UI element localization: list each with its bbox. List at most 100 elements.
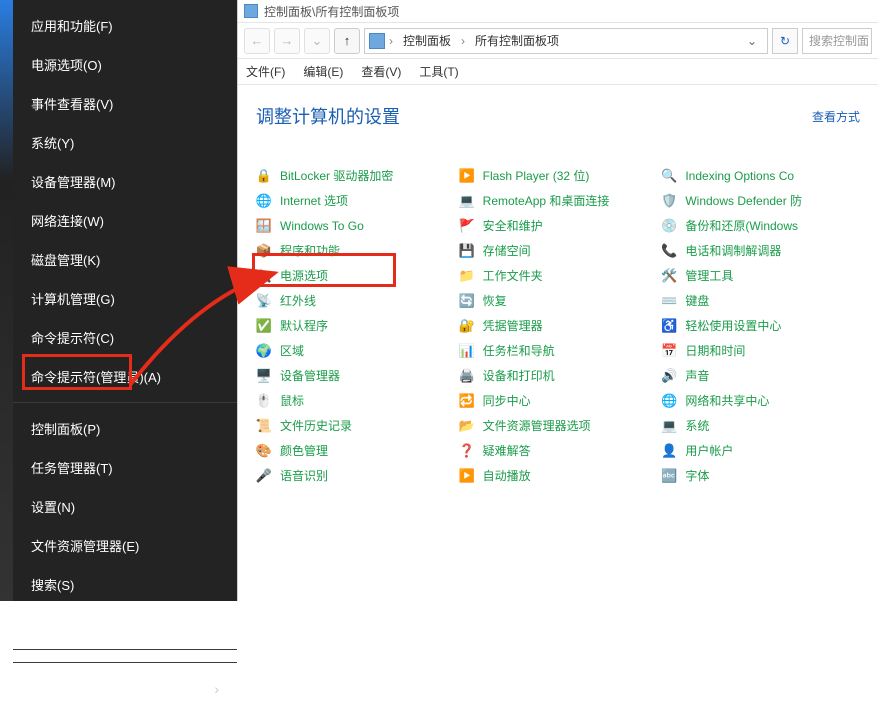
cp-item-device-manager[interactable]: 🖥️设备管理器 xyxy=(254,363,457,388)
cp-item-system[interactable]: 💻系统 xyxy=(659,413,862,438)
cp-item-explorer-options[interactable]: 📂文件资源管理器选项 xyxy=(457,413,660,438)
cp-item-phone-modem[interactable]: 📞电话和调制解调器 xyxy=(659,238,862,263)
cp-item-label: 键盘 xyxy=(685,292,709,309)
menu-item[interactable]: 设置(N) xyxy=(13,487,237,526)
cp-item-backup-restore[interactable]: 💿备份和还原(Windows xyxy=(659,213,862,238)
menu-separator xyxy=(13,649,237,650)
cp-item-devices-printers[interactable]: 🖨️设备和打印机 xyxy=(457,363,660,388)
cp-item-recovery[interactable]: 🔄恢复 xyxy=(457,288,660,313)
cp-item-credential-mgr[interactable]: 🔐凭据管理器 xyxy=(457,313,660,338)
up-button[interactable]: ↑ xyxy=(334,28,360,54)
cp-item-sync-center[interactable]: 🔁同步中心 xyxy=(457,388,660,413)
indexing-icon: 🔍 xyxy=(661,168,677,184)
menu-item[interactable]: 磁盘管理(K) xyxy=(13,240,237,279)
cp-item-label: 自动播放 xyxy=(483,467,531,484)
menu-item[interactable]: 系统(Y) xyxy=(13,123,237,162)
cp-item-internet-options[interactable]: 🌐 Internet 选项 xyxy=(254,188,457,213)
search-input[interactable]: 搜索控制面 xyxy=(802,28,872,54)
chevron-right-icon: › xyxy=(214,681,219,697)
cp-item-speech[interactable]: 🎤语音识别 xyxy=(254,463,457,488)
menu-item[interactable]: 搜索(S) xyxy=(13,565,237,604)
keyboard-icon: ⌨️ xyxy=(661,293,677,309)
breadcrumb-part[interactable]: 所有控制面板项 xyxy=(469,32,565,49)
cp-item-windows-to-go[interactable]: 🪟Windows To Go xyxy=(254,213,457,238)
breadcrumb-chevron-icon: › xyxy=(461,34,465,48)
history-dropdown[interactable]: ⌄ xyxy=(304,28,330,54)
cp-item-default-programs[interactable]: ✅默认程序 xyxy=(254,313,457,338)
cp-item-label: 存储空间 xyxy=(483,242,531,259)
menu-item[interactable]: 控制面板(P) xyxy=(13,409,237,448)
menu-item-shutdown[interactable]: 关机或注销(U) › xyxy=(13,669,237,708)
menu-edit[interactable]: 编辑(E) xyxy=(303,63,343,80)
menu-view[interactable]: 查看(V) xyxy=(361,63,401,80)
cp-item-storage-spaces[interactable]: 💾存储空间 xyxy=(457,238,660,263)
cp-item-label: Internet 选项 xyxy=(280,192,348,209)
cp-item-label: 用户帐户 xyxy=(685,442,733,459)
cp-item-autoplay[interactable]: ▶️自动播放 xyxy=(457,463,660,488)
cp-item-power-options[interactable]: 🔌电源选项 xyxy=(254,263,457,288)
cp-item-admin-tools[interactable]: 🛠️管理工具 xyxy=(659,263,862,288)
security-maint-icon: 🚩 xyxy=(459,218,475,234)
page-heading: 调整计算机的设置 xyxy=(256,103,400,129)
menu-item[interactable]: 事件查看器(V) xyxy=(13,84,237,123)
cp-item-label: 电话和调制解调器 xyxy=(685,242,781,259)
menu-tools[interactable]: 工具(T) xyxy=(419,63,458,80)
cp-item-ease-of-access[interactable]: ♿轻松使用设置中心 xyxy=(659,313,862,338)
cp-item-remoteapp[interactable]: 💻RemoteApp 和桌面连接 xyxy=(457,188,660,213)
breadcrumb-part[interactable]: 控制面板 xyxy=(397,32,457,49)
menu-item[interactable]: 电源选项(O) xyxy=(13,45,237,84)
recovery-icon: 🔄 xyxy=(459,293,475,309)
content-header: 调整计算机的设置 查看方式 xyxy=(254,103,862,129)
cp-item-keyboard[interactable]: ⌨️ 键盘 xyxy=(659,288,862,313)
menu-item[interactable]: 命令提示符(C) xyxy=(13,318,237,357)
menu-item[interactable]: 设备管理器(M) xyxy=(13,162,237,201)
menu-item[interactable]: 命令提示符(管理员)(A) xyxy=(13,357,237,396)
view-by-label[interactable]: 查看方式 xyxy=(812,108,860,125)
cp-item-label: 管理工具 xyxy=(685,267,733,284)
back-button[interactable]: ← xyxy=(244,28,270,54)
address-bar[interactable]: › 控制面板 › 所有控制面板项 ⌄ xyxy=(364,28,768,54)
menu-item[interactable]: 应用和功能(F) xyxy=(13,6,237,45)
address-dropdown-icon[interactable]: ⌄ xyxy=(741,34,763,48)
cp-item-work-folders[interactable]: 📁工作文件夹 xyxy=(457,263,660,288)
menu-item[interactable]: 任务管理器(T) xyxy=(13,448,237,487)
cp-item-programs-features[interactable]: 📦程序和功能 xyxy=(254,238,457,263)
cp-item-defender[interactable]: 🛡️Windows Defender 防 xyxy=(659,188,862,213)
cp-item-mouse[interactable]: 🖱️鼠标 xyxy=(254,388,457,413)
cp-item-sound[interactable]: 🔊声音 xyxy=(659,363,862,388)
cp-item-network-sharing[interactable]: 🌐网络和共享中心 xyxy=(659,388,862,413)
menu-item[interactable]: 运行(R) xyxy=(13,604,237,643)
cp-item-label: 电源选项 xyxy=(280,267,328,284)
cp-item-taskbar-nav[interactable]: 📊任务栏和导航 xyxy=(457,338,660,363)
control-panel-window: 控制面板\所有控制面板项 ← → ⌄ ↑ › 控制面板 › 所有控制面板项 ⌄ … xyxy=(237,0,878,601)
cp-item-troubleshoot[interactable]: ❓疑难解答 xyxy=(457,438,660,463)
cp-item-fonts[interactable]: 🔤字体 xyxy=(659,463,862,488)
forward-button[interactable]: → xyxy=(274,28,300,54)
cp-item-date-time[interactable]: 📅日期和时间 xyxy=(659,338,862,363)
cp-item-label: Windows Defender 防 xyxy=(685,192,802,209)
backup-restore-icon: 💿 xyxy=(661,218,677,234)
fonts-icon: 🔤 xyxy=(661,468,677,484)
menu-item[interactable]: 文件资源管理器(E) xyxy=(13,526,237,565)
cp-item-security-maint[interactable]: 🚩安全和维护 xyxy=(457,213,660,238)
cp-item-file-history[interactable]: 📜文件历史记录 xyxy=(254,413,457,438)
menu-item[interactable]: 计算机管理(G) xyxy=(13,279,237,318)
default-programs-icon: ✅ xyxy=(256,318,272,334)
cp-item-user-accounts[interactable]: 👤用户帐户 xyxy=(659,438,862,463)
internet-options-icon: 🌐 xyxy=(256,193,272,209)
menu-file[interactable]: 文件(F) xyxy=(246,63,285,80)
refresh-button[interactable]: ↻ xyxy=(772,28,798,54)
items-column: 🔒BitLocker 驱动器加密 🌐 Internet 选项 🪟Windows To … xyxy=(254,163,457,488)
cp-item-bitlocker[interactable]: 🔒BitLocker 驱动器加密 xyxy=(254,163,457,188)
winx-menu: 应用和功能(F)电源选项(O)事件查看器(V)系统(Y)设备管理器(M)网络连接… xyxy=(13,0,237,601)
cp-item-infrared[interactable]: 📡红外线 xyxy=(254,288,457,313)
cp-item-indexing[interactable]: 🔍Indexing Options Co xyxy=(659,163,862,188)
system-icon: 💻 xyxy=(661,418,677,434)
cp-item-label: RemoteApp 和桌面连接 xyxy=(483,192,610,209)
work-folders-icon: 📁 xyxy=(459,268,475,284)
cp-item-color-mgmt[interactable]: 🎨颜色管理 xyxy=(254,438,457,463)
cp-item-label: 区域 xyxy=(280,342,304,359)
cp-item-region[interactable]: 🌍区域 xyxy=(254,338,457,363)
cp-item-flash-player[interactable]: ▶️Flash Player (32 位) xyxy=(457,163,660,188)
menu-item[interactable]: 网络连接(W) xyxy=(13,201,237,240)
